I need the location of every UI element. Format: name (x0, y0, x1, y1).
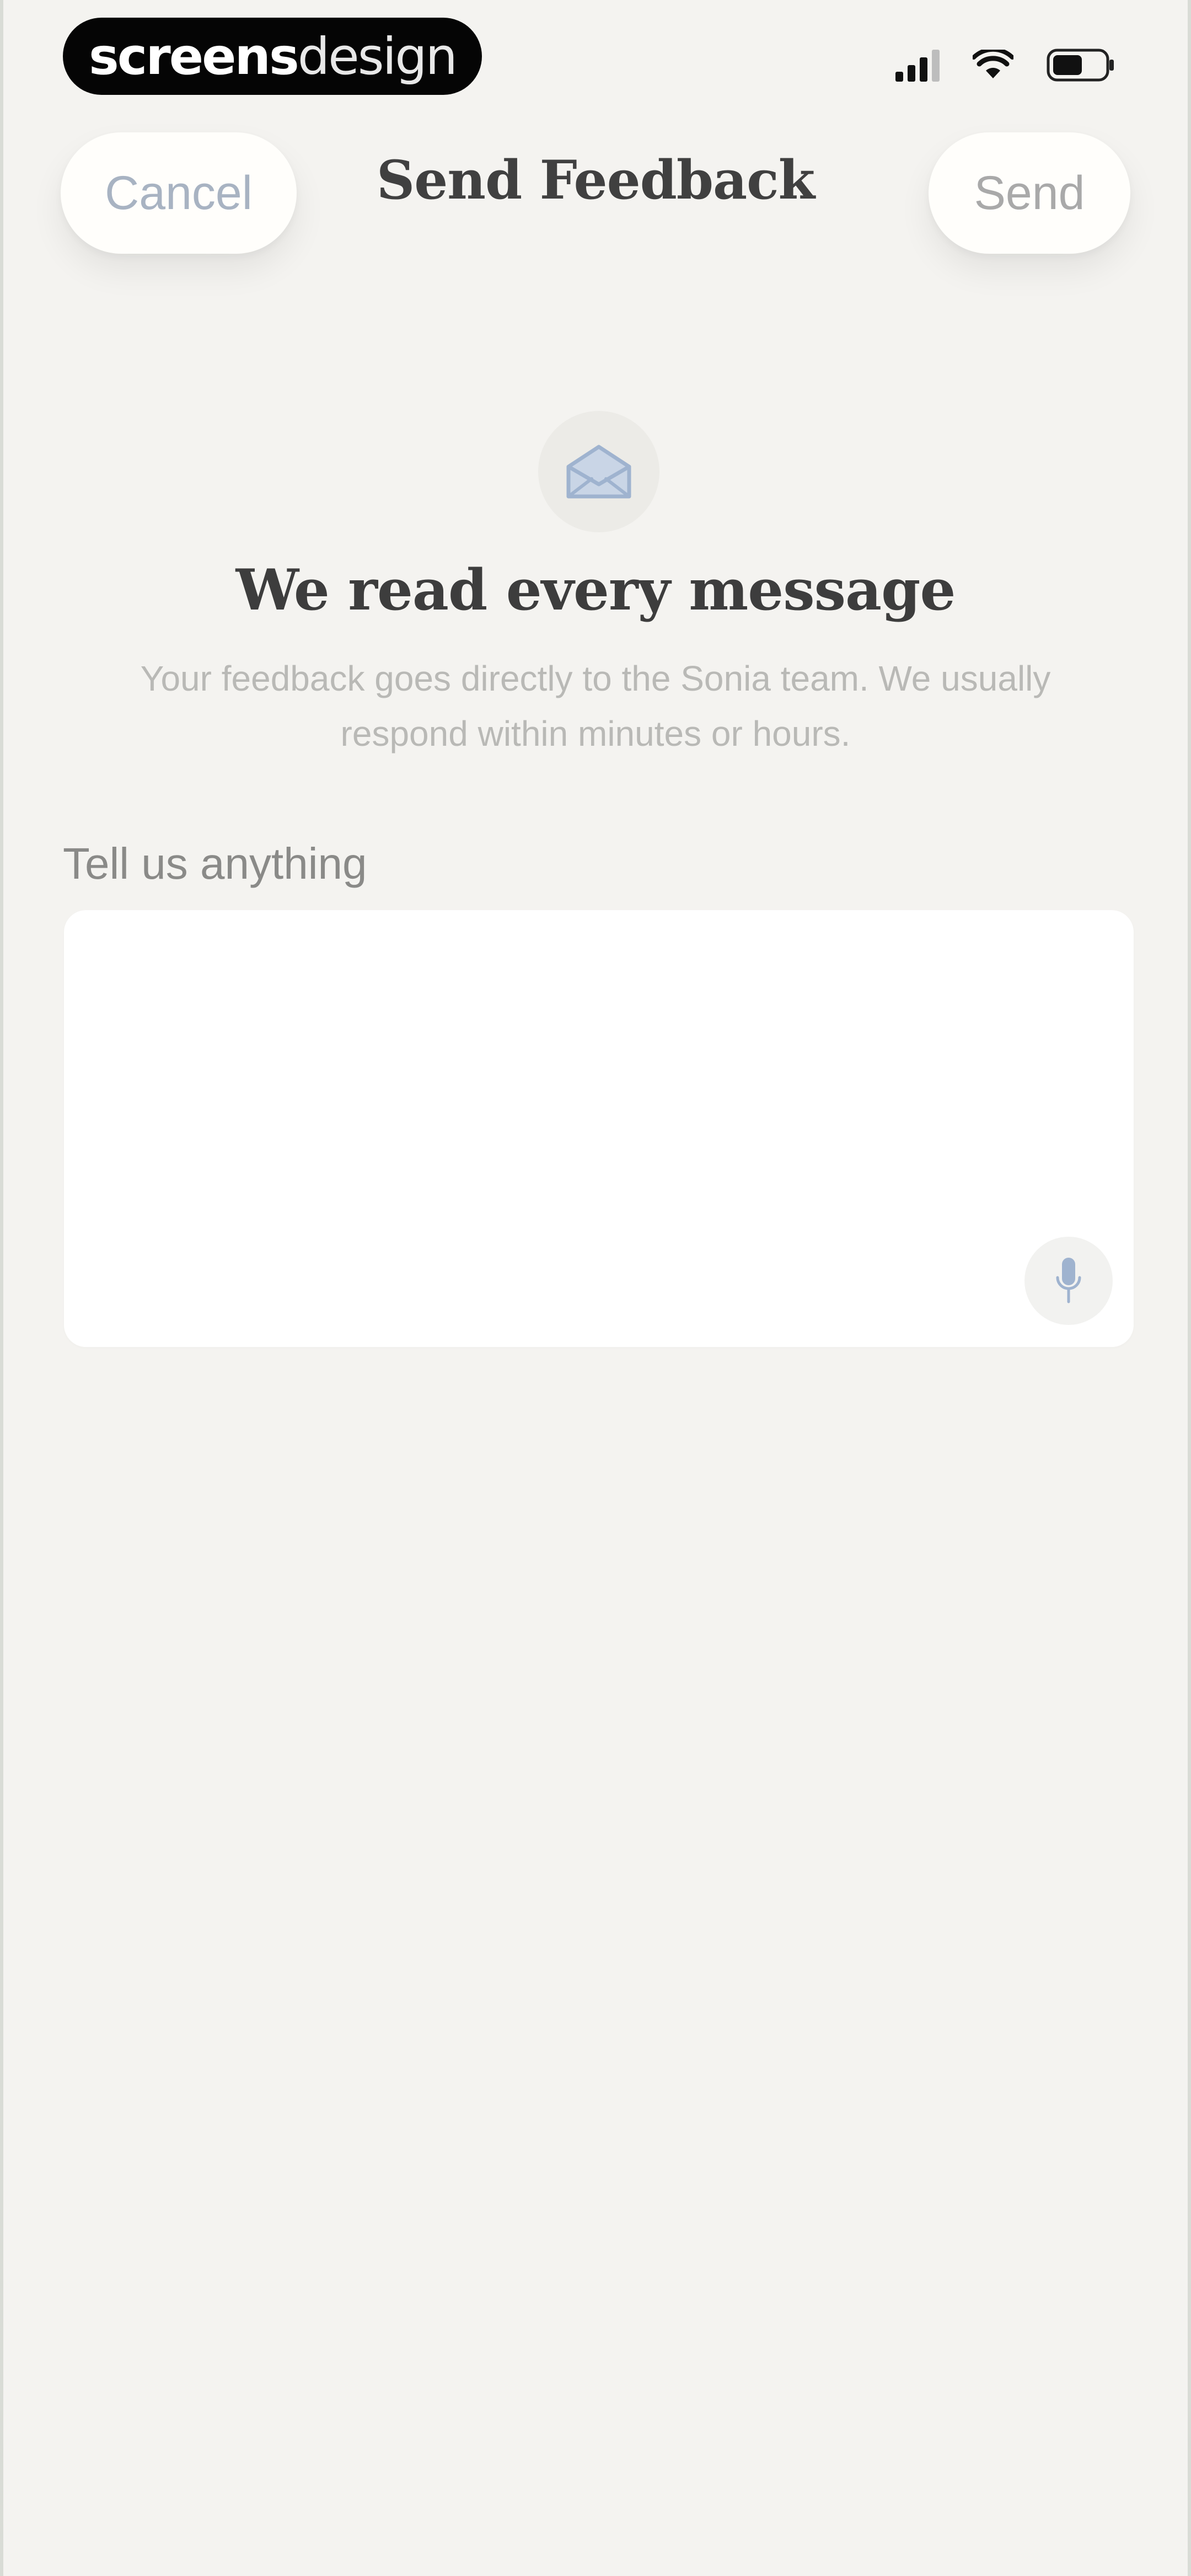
brand-watermark: screens design (63, 18, 482, 95)
envelope-icon (538, 411, 659, 532)
battery-icon (1047, 49, 1116, 82)
wifi-icon (973, 50, 1013, 81)
feedback-box (64, 910, 1134, 1347)
hero-title: We read every message (235, 557, 956, 623)
status-icons (895, 49, 1116, 82)
brand-text-light: design (297, 26, 458, 86)
signal-icon (895, 49, 940, 82)
feedback-label: Tell us anything (63, 839, 367, 888)
send-button[interactable]: Send (929, 132, 1130, 254)
hero-subtitle: Your feedback goes directly to the Sonia… (140, 659, 1051, 753)
microphone-button[interactable] (1024, 1237, 1113, 1325)
brand-text-bold: screens (89, 26, 299, 86)
microphone-icon (1055, 1255, 1082, 1307)
feedback-screen: screensdesign Cancel Send Feedback Send (0, 0, 1191, 2576)
feedback-input[interactable] (64, 910, 1134, 1347)
